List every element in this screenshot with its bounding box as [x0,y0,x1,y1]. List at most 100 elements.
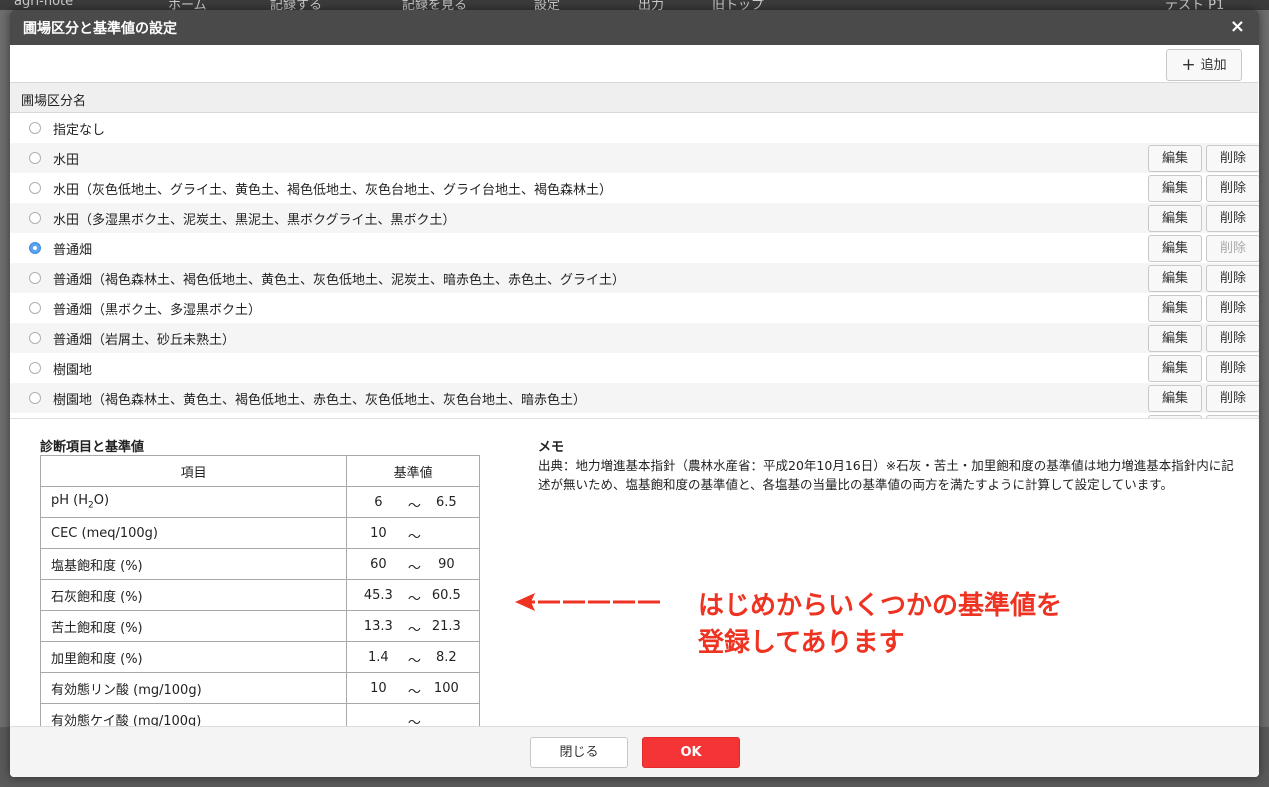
delete-button[interactable]: 削除 [1206,355,1259,382]
radio-button[interactable] [29,302,41,314]
list-item[interactable]: 水田（多湿黒ボク土、泥炭土、黒泥土、黒ボクグライ土、黒ボク土） 編集 削除 [10,203,1259,233]
list-item[interactable]: 水田（灰色低地土、グライ土、黄色土、褐色低地土、灰色台地土、グライ台地土、褐色森… [10,173,1259,203]
category-list[interactable]: 指定なし 水田 編集 削除 水田（灰色低地土、グライ土、黄色土、褐色低地土、灰色… [10,113,1259,419]
column-header-category-name: 圃場区分名 [21,94,87,109]
delete-button[interactable]: 削除 [1206,325,1259,352]
range-min: 60 [370,557,387,572]
bg-nav-old-top: 旧トップ [712,0,765,10]
list-item[interactable]: 樹園地（褐色森林土、黄色土、褐色低地土、赤色土、灰色低地土、灰色台地土、暗赤色土… [10,383,1259,413]
criteria-name: pH (H2O) [39,486,348,518]
range-max: 6.5 [436,495,457,510]
bg-nav-user: テスト P1 [1165,0,1225,10]
edit-button[interactable]: 編集 [1148,385,1202,412]
memo-text: 出典：地力増進基本指針（農林水産省：平成20年10月16日）※石灰・苦土・加里飽… [538,458,1234,492]
delete-button[interactable]: 削除 [1206,265,1259,292]
edit-button[interactable]: 編集 [1148,235,1202,262]
dialog-header: 圃場区分と基準値の設定 × [10,10,1259,45]
edit-button[interactable]: 編集 [1148,205,1202,232]
criteria-name: 塩基飽和度 (%) [39,548,348,580]
bg-nav-view: 記録を見る [402,0,468,10]
range-max: 100 [433,681,459,696]
edit-button[interactable]: 編集 [1148,265,1202,292]
list-item-label: 普通畑 [53,243,93,258]
table-row: 加里飽和度 (%) 1.4 〜 8.2 [39,641,480,673]
close-button[interactable]: 閉じる [530,737,628,768]
radio-button-selected[interactable] [29,242,41,254]
list-item-label: 普通畑（黒ボク土、多湿黒ボク土） [53,303,262,318]
edit-button[interactable]: 編集 [1148,175,1202,202]
list-item-label: 水田 [53,153,80,168]
range-max: 8.2 [436,650,457,665]
range-min: 6 [374,495,383,510]
list-item[interactable]: 普通畑（岩屑土、砂丘未熟土） 編集 削除 [10,323,1259,353]
list-item-label: 普通畑（褐色森林土、褐色低地土、黄色土、灰色低地土、泥炭土、暗赤色土、赤色土、グ… [53,273,626,288]
criteria-range[interactable]: 60 〜 90 [346,548,480,580]
criteria-name: 苦土飽和度 (%) [39,610,348,642]
edit-button[interactable]: 編集 [1148,325,1202,352]
edit-button[interactable]: 編集 [1148,355,1202,382]
add-button-label: 追加 [1200,58,1227,73]
list-item[interactable]: 普通畑 編集 削除 [10,233,1259,263]
bg-app-logo: agri-note [14,0,74,9]
range-min: 10 [370,681,387,696]
bg-nav-home: ホーム [168,0,207,10]
plus-icon: + [1181,55,1196,75]
dialog-toolbar: + 追加 [10,45,1259,82]
delete-button[interactable]: 削除 [1206,295,1259,322]
range-max: 90 [438,557,455,572]
range-min: 13.3 [363,619,393,634]
radio-button[interactable] [29,122,41,134]
table-row: 塩基飽和度 (%) 60 〜 90 [39,548,480,580]
list-item[interactable]: 樹園地 編集 削除 [10,353,1259,383]
list-item[interactable]: 水田 編集 削除 [10,143,1259,173]
column-header-item: 項目 [39,455,348,487]
list-item[interactable]: 普通畑（褐色森林土、褐色低地土、黄色土、灰色低地土、泥炭土、暗赤色土、赤色土、グ… [10,263,1259,293]
list-item[interactable]: 普通畑（黒ボク土、多湿黒ボク土） 編集 削除 [10,293,1259,323]
range-max: 60.5 [431,588,461,603]
ok-button[interactable]: OK [642,737,740,768]
criteria-range[interactable]: 13.3 〜 21.3 [346,610,480,642]
table-header-row: 項目 基準値 [39,455,480,487]
delete-button[interactable]: 削除 [1206,175,1259,202]
criteria-table: 項目 基準値 pH (H2O) 6 〜 6.5 CEC (meq/100g) 10 〜… [39,455,480,735]
list-item[interactable]: 指定なし [10,113,1259,143]
annotation-line-2: 登録してあります [698,628,905,658]
edit-button[interactable]: 編集 [1148,295,1202,322]
radio-button[interactable] [29,362,41,374]
table-row: pH (H2O) 6 〜 6.5 [39,486,480,518]
criteria-range[interactable]: 10 〜 [346,517,480,549]
criteria-range[interactable]: 45.3 〜 60.5 [346,579,480,611]
criteria-name: 石灰飽和度 (%) [39,579,348,611]
radio-button[interactable] [29,212,41,224]
delete-button[interactable]: 削除 [1206,145,1259,172]
memo-title: メモ [538,440,565,455]
radio-button[interactable] [29,152,41,164]
radio-button[interactable] [29,272,41,284]
radio-button[interactable] [29,392,41,404]
delete-button[interactable]: 削除 [1206,205,1259,232]
range-min: 1.4 [368,650,389,665]
close-icon[interactable]: × [1230,16,1245,37]
criteria-range[interactable]: 1.4 〜 8.2 [346,641,480,673]
radio-button[interactable] [29,332,41,344]
edit-button[interactable] [1148,415,1202,418]
bg-nav-record: 記録する [270,0,323,10]
add-button[interactable]: + 追加 [1166,49,1242,81]
list-item-label: 樹園地（褐色森林土、黄色土、褐色低地土、赤色土、灰色低地土、灰色台地土、暗赤色土… [53,393,587,408]
arrow-left-icon [515,593,660,611]
delete-button[interactable]: 削除 [1206,385,1259,412]
radio-button[interactable] [29,182,41,194]
list-item-partial[interactable] [10,413,1259,418]
table-row: 石灰飽和度 (%) 45.3 〜 60.5 [39,579,480,611]
dialog-footer: 閉じる OK [10,726,1259,777]
list-item-label: 水田（灰色低地土、グライ土、黄色土、褐色低地土、灰色台地土、グライ台地土、褐色森… [53,183,613,198]
range-max: 21.3 [431,619,461,634]
criteria-name: 加里飽和度 (%) [39,641,348,673]
criteria-name: CEC (meq/100g) [39,517,348,549]
delete-button[interactable] [1206,415,1259,418]
criteria-range[interactable]: 6 〜 6.5 [346,486,480,518]
edit-button[interactable]: 編集 [1148,145,1202,172]
criteria-range[interactable]: 10 〜 100 [346,672,480,704]
range-min: 10 [370,526,387,541]
range-min: 45.3 [363,588,393,603]
